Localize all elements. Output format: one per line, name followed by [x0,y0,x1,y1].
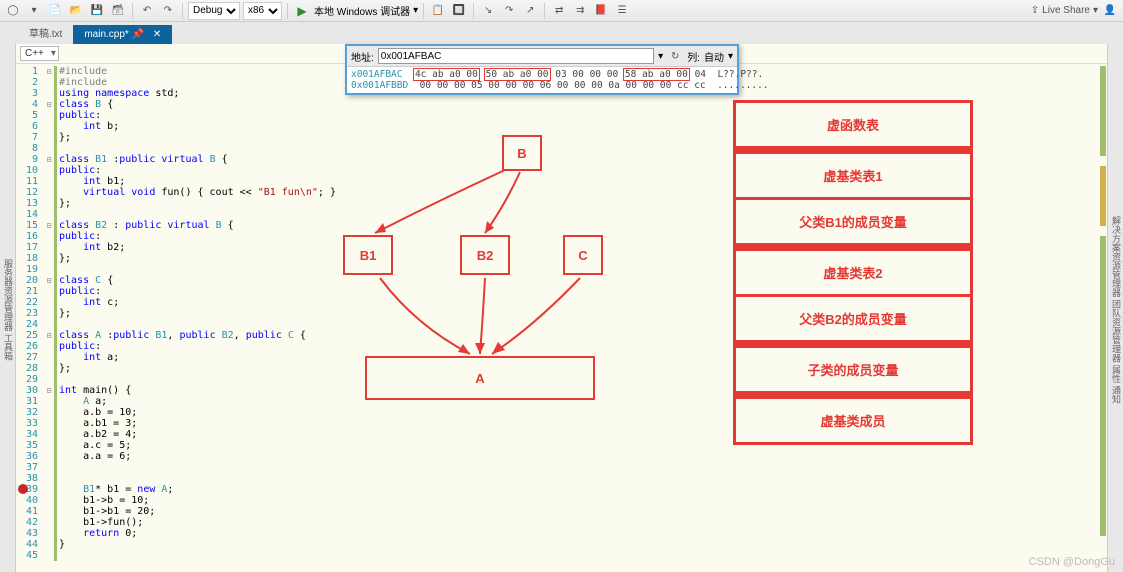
step-over-icon[interactable]: ↷ [500,2,518,20]
main-toolbar: ◯ ▾ 📄 📂 💾 🗃 ↶ ↷ Debug x86 ▶ 本地 Windows 调… [0,0,1123,22]
code-line[interactable]: 41 b1->b1 = 20; [16,506,1123,517]
layout-cell: 子类的成员变量 [733,343,973,394]
user-icon[interactable]: 👤 [1101,2,1119,20]
save-all-icon[interactable]: 🗃 [109,2,127,20]
scope-combo[interactable]: C++ [20,46,59,61]
platform-select[interactable]: x86 [243,2,282,20]
layout-cell: 虚基类成员 [733,394,973,445]
save-icon[interactable]: 💾 [88,2,106,20]
memory-dump: x001AFBAC 4c ab a0 00 50 ab a0 00 03 00 … [347,67,737,93]
refresh-icon[interactable]: ↻ [667,48,683,64]
code-line[interactable]: 39 B1* b1 = new A; [16,484,1123,495]
tool-icon-6[interactable]: ☰ [613,2,631,20]
code-line[interactable]: 37 [16,462,1123,473]
code-line[interactable]: 40 b1->b = 10; [16,495,1123,506]
code-line[interactable]: 42 b1->fun(); [16,517,1123,528]
close-icon[interactable]: ✕ [153,29,161,40]
breakpoint-icon[interactable] [18,484,28,494]
layout-cell: 父类B1的成员变量 [733,200,973,246]
memory-layout-table: 虚函数表虚基类表1父类B1的成员变量虚基类表2父类B2的成员变量子类的成员变量虚… [733,100,973,445]
scroll-indicator [1100,66,1106,546]
left-sidebar-tabs[interactable]: 服务器资源管理器 工具箱 [0,44,16,572]
memory-col-label: 列: [687,49,700,64]
step-out-icon[interactable]: ↗ [521,2,539,20]
layout-cell: 虚基类表2 [733,246,973,297]
tab-file-2[interactable]: main.cpp* 📌 ✕ [73,25,172,44]
code-line[interactable]: 44} [16,539,1123,550]
tool-icon-5[interactable]: 📕 [592,2,610,20]
memory-addr-input[interactable] [378,48,654,64]
tool-icon-1[interactable]: 📋 [429,2,447,20]
config-select[interactable]: Debug [188,2,240,20]
tool-icon-3[interactable]: ⇄ [550,2,568,20]
live-share-button[interactable]: ⇪ Live Share ▾ [1031,5,1098,16]
code-line[interactable]: 45 [16,550,1123,561]
tool-icon-2[interactable]: 🔲 [450,2,468,20]
tool-icon-4[interactable]: ⇉ [571,2,589,20]
code-line[interactable]: 36 a.a = 6; [16,451,1123,462]
layout-cell: 虚函数表 [733,100,973,149]
step-into-icon[interactable]: ↘ [479,2,497,20]
pin-icon[interactable]: 📌 [132,29,144,40]
share-icon: ⇪ [1031,5,1039,16]
layout-cell: 父类B2的成员变量 [733,297,973,343]
nav-fwd-icon[interactable]: ▾ [25,2,43,20]
memory-addr-label: 地址: [351,49,374,64]
memory-col-value[interactable]: 自动 [704,49,724,64]
tab-file-1[interactable]: 草稿.txt [18,21,73,44]
layout-cell: 虚基类表1 [733,149,973,200]
editor-tabs: 草稿.txt main.cpp* 📌 ✕ [0,22,1123,44]
code-line[interactable]: 43 return 0; [16,528,1123,539]
open-icon[interactable]: 📂 [67,2,85,20]
code-line[interactable]: 38 [16,473,1123,484]
watermark: CSDN @DongGu [1029,556,1115,568]
run-button[interactable]: 本地 Windows 调试器 [314,3,410,18]
new-file-icon[interactable]: 📄 [46,2,64,20]
right-sidebar-tabs[interactable]: 解决方案资源管理器 团队资源管理器 属性 通知 [1107,44,1123,572]
redo-icon[interactable]: ↷ [159,2,177,20]
play-icon[interactable]: ▶ [293,2,311,20]
undo-icon[interactable]: ↶ [138,2,156,20]
nav-back-icon[interactable]: ◯ [4,2,22,20]
memory-panel: 地址: ▾ ↻ 列: 自动 ▾ x001AFBAC 4c ab a0 00 50… [345,44,739,95]
